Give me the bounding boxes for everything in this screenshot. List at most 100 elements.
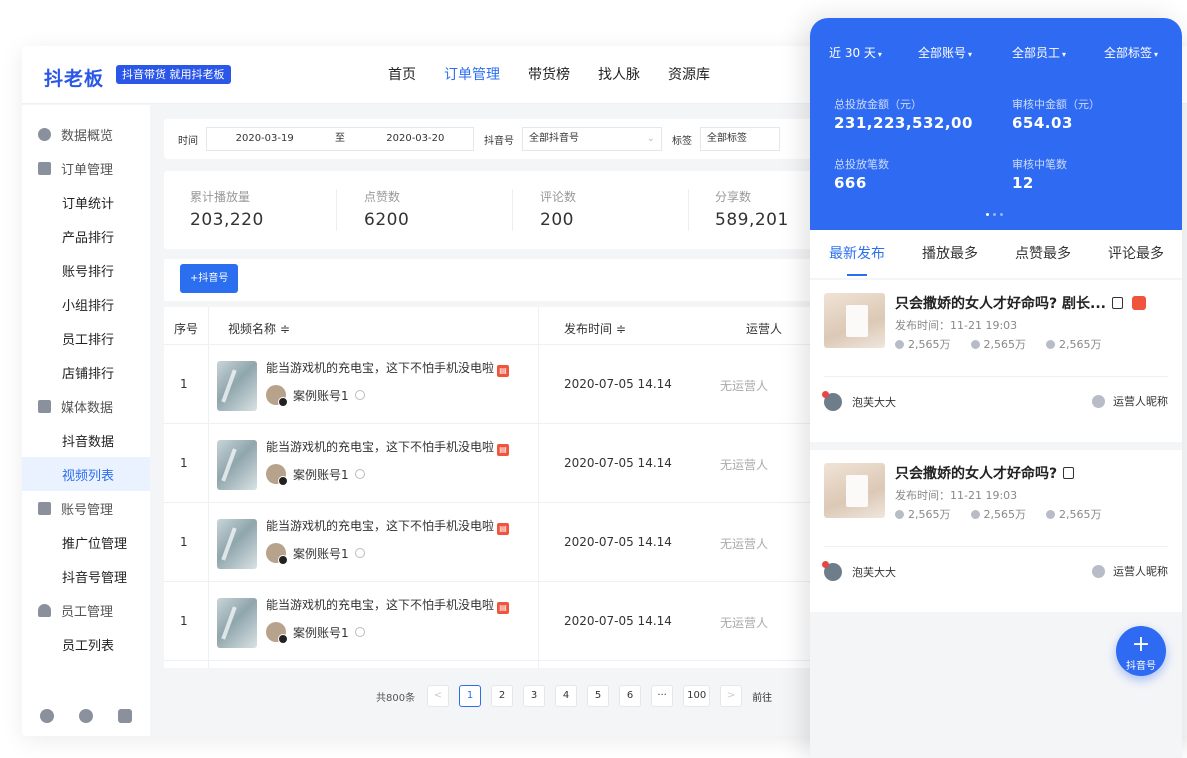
sidebar-item-promo-slots[interactable]: 推广位管理 (22, 525, 150, 559)
add-douyin-account-button[interactable]: +抖音号 (180, 264, 239, 293)
link-icon[interactable] (354, 469, 365, 479)
page-button[interactable]: 1 (459, 685, 482, 707)
video-thumbnail[interactable] (217, 440, 257, 490)
sidebar-item-douyin-accounts[interactable]: 抖音号管理 (22, 559, 150, 593)
table-row[interactable]: 1 能当游戏机的充电宝，这下不怕手机没电啦 ▤ 案例账号1 2020-07-05 … (164, 582, 864, 661)
video-thumbnail[interactable] (217, 519, 257, 569)
page-button[interactable]: 4 (555, 685, 578, 707)
tab-most-commented[interactable]: 评论最多 (1108, 243, 1164, 263)
time-label: 时间 (178, 135, 198, 147)
nav-find-contacts[interactable]: 找人脉 (598, 64, 640, 84)
avatar (266, 543, 288, 565)
table-row[interactable]: 1 能当游戏机的充电宝，这下不怕手机没电啦 ▤ 案例账号1 2020-07-05 … (164, 424, 864, 503)
filter-text: 全部标签 (1104, 46, 1153, 60)
table-header: 序号 视频名称 ≑ 发布时间 ≑ 运营人 (164, 307, 864, 345)
video-card[interactable]: 只会撒娇的女人才好命吗? 发布时间：11-21 19:03 2,565万 2,5… (810, 450, 1182, 612)
nav-resource-library[interactable]: 资源库 (668, 64, 710, 84)
account-filter-label: 抖音号 (484, 135, 514, 147)
link-icon[interactable] (354, 548, 365, 558)
account-select[interactable]: 全部抖音号 ⌄ (522, 127, 662, 151)
link-icon[interactable] (354, 627, 365, 637)
play-icon (38, 399, 51, 413)
filter-period[interactable]: 近 30 天 ▾ (829, 44, 882, 61)
stat-label: 点赞数 (364, 190, 401, 204)
sidebar-group-data-overview[interactable]: 数据概览 (22, 117, 150, 151)
reviewing-amount-stat: 审核中金额（元） 654.03 (1012, 96, 1100, 132)
link-icon[interactable] (354, 390, 365, 400)
author-name: 泡芙大大 (852, 396, 896, 409)
filter-account[interactable]: 全部账号 ▾ (918, 44, 972, 61)
next-page-button[interactable]: > (720, 685, 743, 707)
sidebar-item-group-ranking[interactable]: 小组排行 (22, 287, 150, 321)
publish-time: 2020-07-05 14.14 (564, 456, 672, 470)
link-icon[interactable] (40, 709, 55, 723)
table-row[interactable]: 1 能当游戏机的充电宝，这下不怕手机没电啦 ▤ 案例账号1 2020-07-05 … (164, 503, 864, 582)
col-index: 序号 (174, 322, 199, 336)
copy-icon[interactable] (1111, 297, 1123, 309)
person-icon (1092, 564, 1105, 578)
thumbs-up-icon (970, 509, 980, 519)
date-range-picker[interactable]: 2020-03-19 至 2020-03-20 (206, 127, 474, 151)
sidebar-item-staff-list[interactable]: 员工列表 (22, 627, 150, 661)
tab-most-played[interactable]: 播放最多 (922, 243, 978, 263)
video-title[interactable]: 能当游戏机的充电宝，这下不怕手机没电啦 ▤ (266, 438, 510, 456)
sidebar-item-product-ranking[interactable]: 产品排行 (22, 219, 150, 253)
page-ellipsis[interactable]: ··· (651, 685, 674, 707)
copy-icon[interactable] (1063, 467, 1075, 479)
sidebar-group-media-data[interactable]: 媒体数据 (22, 389, 150, 423)
video-title[interactable]: 能当游戏机的充电宝，这下不怕手机没电啦 ▤ (266, 359, 510, 377)
stat-value: 6200 (364, 210, 410, 230)
video-card[interactable]: 只会撒娇的女人才好命吗? 剧长... 发布时间：11-21 19:03 2,56… (810, 280, 1182, 442)
nav-sales-ranking[interactable]: 带货榜 (528, 64, 570, 84)
tab-latest[interactable]: 最新发布 (829, 243, 885, 263)
stat-label: 分享数 (715, 190, 752, 204)
publish-time: 2020-07-05 14.14 (564, 377, 672, 391)
row-index: 1 (180, 535, 188, 549)
filter-staff[interactable]: 全部员工 ▾ (1012, 44, 1066, 61)
sidebar-group-staff-mgmt[interactable]: 员工管理 (22, 593, 150, 627)
table-row[interactable]: 1 能当游戏机的充电宝，这下不怕手机没电啦 ▤ 案例账号1 2020-07-05 … (164, 345, 864, 424)
sidebar-item-shop-ranking[interactable]: 店铺排行 (22, 355, 150, 389)
play-icon (895, 339, 904, 349)
nav-order-management[interactable]: 订单管理 (444, 64, 500, 84)
sidebar-group-label: 账号管理 (61, 502, 114, 518)
page-button[interactable]: 3 (523, 685, 546, 707)
account-info: 案例账号1 (266, 543, 365, 565)
sidebar-item-account-ranking[interactable]: 账号排行 (22, 253, 150, 287)
video-thumbnail[interactable] (217, 361, 257, 411)
plays-metric: 2,565万 (895, 336, 951, 352)
chat-icon[interactable] (78, 709, 93, 723)
page-button[interactable]: 100 (683, 685, 711, 707)
add-douyin-fab[interactable]: + 抖音号 (1116, 626, 1166, 676)
metric-value: 2,565万 (983, 508, 1027, 521)
page-button[interactable]: 5 (587, 685, 610, 707)
card-author: 泡芙大大 (822, 561, 896, 581)
video-thumbnail[interactable] (824, 293, 885, 348)
sidebar-group-order-mgmt[interactable]: 订单管理 (22, 151, 150, 185)
sidebar-group-account-mgmt[interactable]: 账号管理 (22, 491, 150, 525)
carousel-dots[interactable] (986, 213, 1003, 216)
tag-select[interactable]: 全部标签 (700, 127, 780, 151)
video-thumbnail[interactable] (824, 463, 885, 518)
col-video-name[interactable]: 视频名称 ≑ (228, 320, 290, 337)
card-date: 发布时间：11-21 19:03 (895, 489, 1018, 502)
filter-tag[interactable]: 全部标签 ▾ (1104, 44, 1158, 61)
video-title[interactable]: 能当游戏机的充电宝，这下不怕手机没电啦 ▤ (266, 517, 510, 535)
col-publish-time[interactable]: 发布时间 ≑ (564, 320, 626, 337)
nav-home[interactable]: 首页 (388, 64, 416, 84)
divider (824, 376, 1168, 377)
page-button[interactable]: 2 (491, 685, 514, 707)
metric-value: 2,565万 (1059, 508, 1102, 521)
stats-summary: 累计播放量 203,220 点赞数 6200 评论数 200 分享数 589,2… (164, 171, 864, 249)
collapse-icon[interactable] (117, 709, 132, 723)
sidebar-item-staff-ranking[interactable]: 员工排行 (22, 321, 150, 355)
sidebar-item-order-stats[interactable]: 订单统计 (22, 185, 150, 219)
page-button[interactable]: 6 (619, 685, 642, 707)
sidebar-item-douyin-data[interactable]: 抖音数据 (22, 423, 150, 457)
video-thumbnail[interactable] (217, 598, 257, 648)
video-title[interactable]: 能当游戏机的充电宝，这下不怕手机没电啦 ▤ (266, 596, 510, 614)
prev-page-button[interactable]: < (427, 685, 450, 707)
sidebar-item-video-list[interactable]: 视频列表 (22, 457, 150, 491)
tab-most-liked[interactable]: 点赞最多 (1015, 243, 1071, 263)
comments-metric: 2,565万 (1046, 506, 1102, 522)
